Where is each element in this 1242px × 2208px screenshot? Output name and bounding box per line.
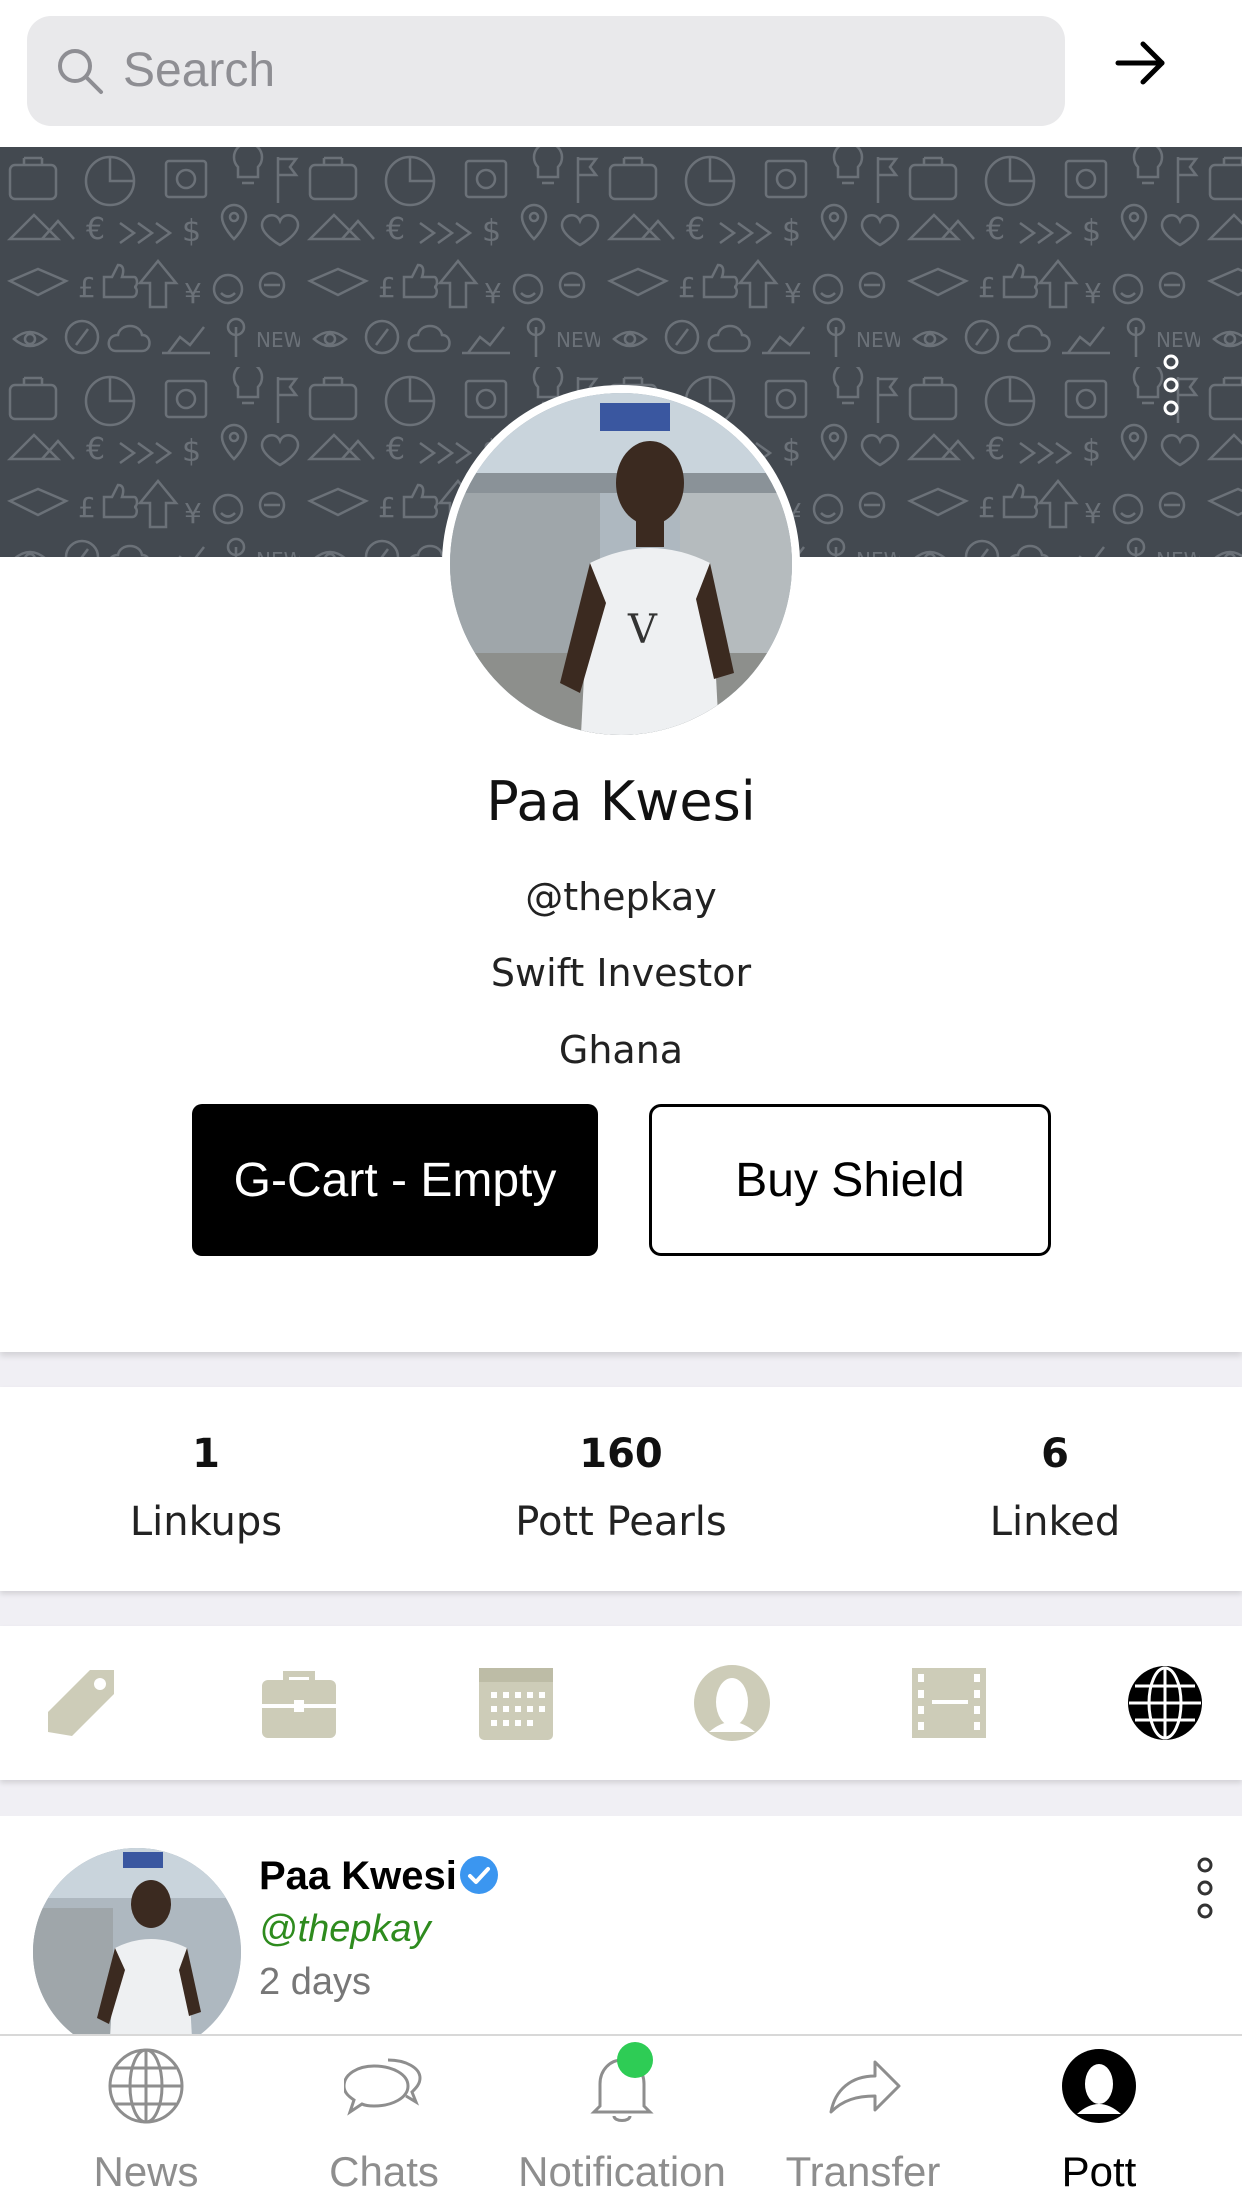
tab-label: Pott (1061, 2148, 1137, 2195)
category-icons-bar (0, 1626, 1242, 1780)
post-timestamp: 2 days (259, 1961, 371, 2003)
tab-label: Notification (518, 2148, 726, 2195)
profile-country: Ghana (558, 1028, 684, 1072)
tab-label: Transfer (785, 2148, 941, 2195)
verified-badge-icon (460, 1856, 498, 1894)
profile-avatar[interactable]: V (442, 385, 800, 743)
film-icon[interactable] (908, 1662, 990, 1744)
profile-name: Paa Kwesi (486, 770, 756, 833)
user-circle-icon (1062, 2049, 1136, 2123)
post-author-handle[interactable]: @thepkay (259, 1908, 431, 1951)
profile-handle: @thepkay (525, 875, 717, 919)
search-bar[interactable]: Search (27, 16, 1065, 126)
tab-pott[interactable]: Pott (974, 2036, 1214, 2208)
forward-arrow-icon[interactable] (1110, 32, 1172, 94)
svg-text:V: V (627, 607, 658, 653)
post-author-name[interactable]: Paa Kwesi (259, 1854, 457, 1899)
tab-chats[interactable]: Chats (259, 2036, 499, 2208)
buy-shield-button[interactable]: Buy Shield (649, 1104, 1051, 1256)
stat-label: Pott Pearls (515, 1499, 727, 1545)
search-placeholder: Search (123, 44, 276, 97)
cover-more-options-icon[interactable] (1158, 352, 1184, 418)
stats-bar: 1 Linkups 160 Pott Pearls 6 Linked (0, 1387, 1242, 1591)
tab-label: News (93, 2148, 199, 2195)
tab-label: Chats (329, 2148, 439, 2195)
briefcase-icon[interactable] (258, 1662, 340, 1744)
chat-bubbles-icon (344, 2058, 422, 2116)
globe-icon[interactable] (1124, 1662, 1206, 1744)
post-more-options-icon[interactable] (1192, 1856, 1218, 1920)
post-avatar[interactable] (33, 1848, 241, 2056)
top-bar: Search (0, 0, 1242, 147)
search-icon (58, 49, 103, 94)
stat-label: Linkups (129, 1499, 283, 1545)
globe-icon (108, 2048, 184, 2124)
stat-value: 1 (192, 1431, 220, 1477)
tab-news[interactable]: News (21, 2036, 261, 2208)
profile-title: Swift Investor (490, 951, 752, 995)
stat-value: 6 (1041, 1431, 1069, 1477)
share-arrow-icon (829, 2060, 901, 2114)
tag-icon[interactable] (40, 1662, 122, 1744)
stat-value: 160 (579, 1431, 663, 1477)
calendar-icon[interactable] (475, 1662, 557, 1744)
g-cart-button[interactable]: G-Cart - Empty (192, 1104, 598, 1256)
stat-label: Linked (989, 1499, 1121, 1545)
profile-circle-icon[interactable] (691, 1662, 773, 1744)
tab-transfer[interactable]: Transfer (738, 2036, 978, 2208)
notification-badge (617, 2042, 653, 2078)
